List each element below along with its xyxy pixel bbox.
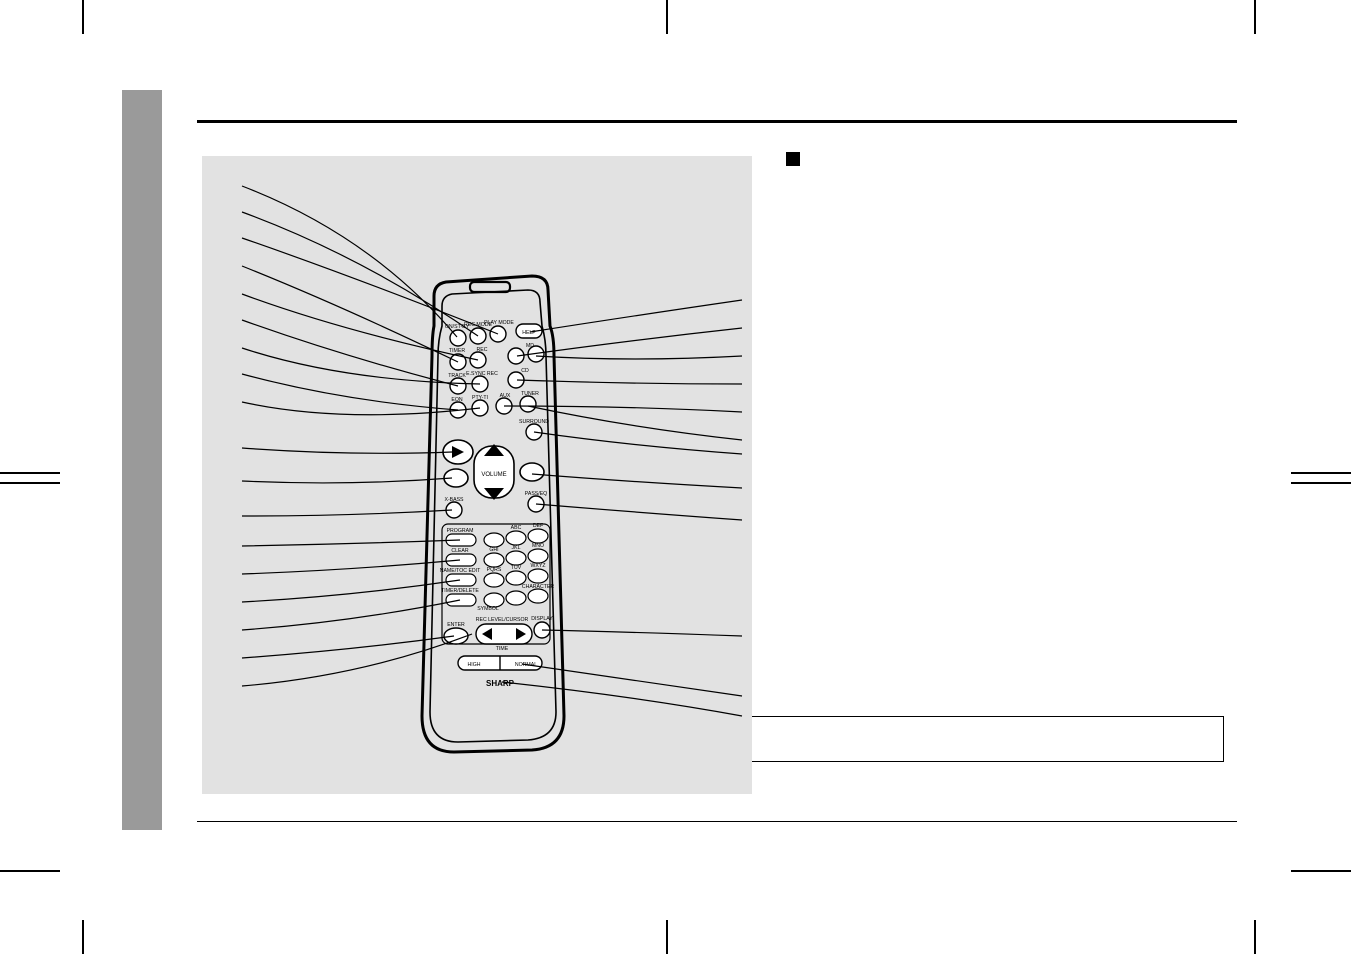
svg-text:CLEAR: CLEAR <box>451 548 469 554</box>
svg-text:TIME: TIME <box>496 646 509 652</box>
svg-text:REC: REC <box>477 347 488 353</box>
svg-text:CHARACTER: CHARACTER <box>522 584 555 590</box>
svg-text:TRACK: TRACK <box>448 373 466 379</box>
remote-illustration: VOLUME <box>202 156 752 794</box>
svg-text:AUX: AUX <box>500 393 511 399</box>
svg-text:DISPLAY: DISPLAY <box>531 616 553 622</box>
section-bullet <box>786 152 800 166</box>
svg-text:PLAY MODE: PLAY MODE <box>484 320 514 326</box>
notes-box <box>672 716 1224 762</box>
volume-label: VOLUME <box>481 472 506 478</box>
svg-text:TUNER: TUNER <box>521 391 539 397</box>
svg-text:PROGRAM: PROGRAM <box>447 528 474 534</box>
svg-text:NAME/TOC EDIT: NAME/TOC EDIT <box>440 568 481 574</box>
svg-text:SYMBOL: SYMBOL <box>477 606 499 612</box>
svg-text:REC LEVEL/CURSOR: REC LEVEL/CURSOR <box>476 617 529 623</box>
svg-text:ENTER: ENTER <box>447 622 465 628</box>
svg-text:X-BASS: X-BASS <box>444 497 464 503</box>
svg-text:TUV: TUV <box>511 565 522 571</box>
svg-text:TIMER: TIMER <box>449 348 465 354</box>
svg-text:MNO: MNO <box>532 543 544 549</box>
section-side-tab <box>122 90 162 830</box>
svg-text:PASS/EQ: PASS/EQ <box>525 491 547 497</box>
header-rule <box>197 120 1237 123</box>
svg-text:PQRS: PQRS <box>487 567 502 573</box>
svg-text:HIGH: HIGH <box>468 662 481 668</box>
svg-text:MD: MD <box>526 343 534 349</box>
svg-text:TIMER/DELETE: TIMER/DELETE <box>441 588 479 594</box>
svg-text:EON: EON <box>451 397 462 403</box>
svg-text:DEF: DEF <box>533 523 543 529</box>
footer-rule <box>197 821 1237 822</box>
svg-text:CD: CD <box>521 368 529 374</box>
svg-text:E.SYNC REC: E.SYNC REC <box>466 371 498 377</box>
svg-text:WXYZ: WXYZ <box>531 563 546 569</box>
svg-text:PTY-TI: PTY-TI <box>472 395 488 401</box>
page-frame: VOLUME <box>122 90 1242 830</box>
svg-text:SURROUND: SURROUND <box>519 419 549 425</box>
svg-text:GHI: GHI <box>489 547 498 553</box>
svg-text:JKL: JKL <box>512 545 521 551</box>
svg-text:ABC: ABC <box>511 525 522 531</box>
